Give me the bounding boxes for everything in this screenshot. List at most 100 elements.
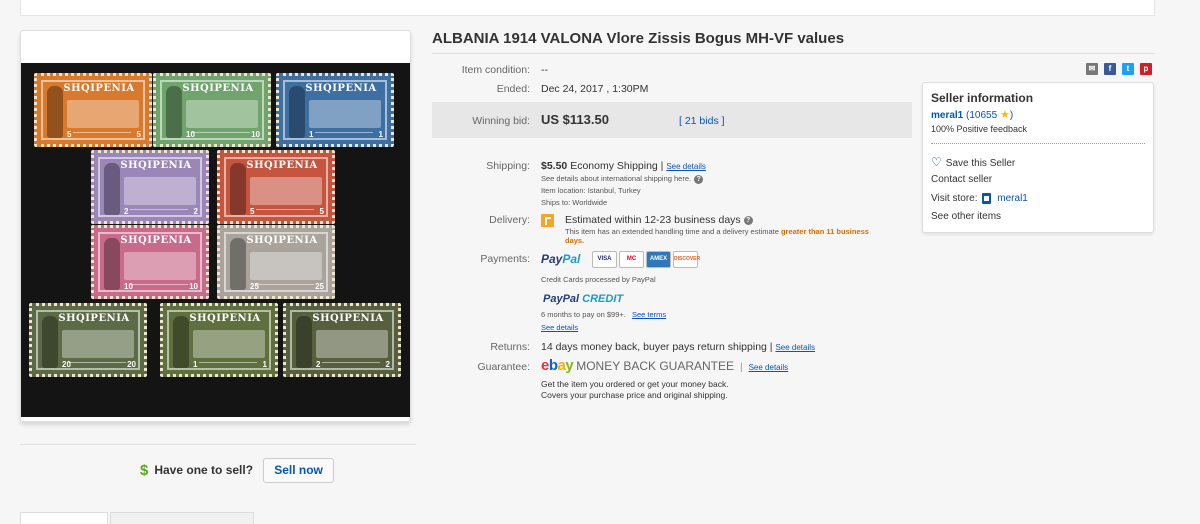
stamp-image: SHQIPENIA 20 20 bbox=[29, 303, 147, 377]
guarantee-line-1: Get the item you ordered or get your mon… bbox=[541, 379, 729, 389]
bid-history-link[interactable]: [ 21 bids ] bbox=[679, 115, 725, 127]
stamp-value-left: 10 bbox=[124, 282, 133, 291]
save-seller-text: Save this Seller bbox=[945, 158, 1016, 169]
store-link[interactable]: meral1 bbox=[997, 193, 1028, 204]
returns-see-details-link[interactable]: See details bbox=[775, 343, 815, 352]
paypal-credit-details-row: See details bbox=[541, 323, 578, 332]
top-header-strip bbox=[20, 0, 1155, 16]
stamp-banner: SHQIPENIA bbox=[182, 83, 254, 94]
stamp-value-left: 1 bbox=[309, 130, 314, 139]
stamp-image: SHQIPENIA 10 10 bbox=[91, 225, 209, 299]
credit-terms-text: 6 months to pay on $99+. bbox=[541, 310, 626, 319]
stamp-banner: SHQIPENIA bbox=[120, 235, 192, 246]
delivery-estimate-text: Estimated within 12-23 business days bbox=[565, 214, 741, 226]
stamp-value-right: 2 bbox=[385, 360, 390, 369]
stamp-value-right: 1 bbox=[378, 130, 383, 139]
guarantee-label: Guarantee: bbox=[477, 361, 530, 373]
visa-card-icon: VISA bbox=[592, 251, 617, 268]
intl-shipping-note: See details about international shipping… bbox=[541, 174, 704, 184]
delivery-estimate: Estimated within 12-23 business days? bbox=[565, 214, 753, 226]
sell-now-button[interactable]: Sell now bbox=[263, 457, 335, 483]
positive-feedback: 100% Positive feedback bbox=[931, 124, 1028, 134]
stamp-value-left: 20 bbox=[62, 360, 71, 369]
returns-text: 14 days money back, buyer pays return sh… bbox=[541, 341, 773, 353]
shipping-cost: $5.50 bbox=[541, 160, 568, 172]
visit-store-row: Visit store: meral1 bbox=[931, 193, 1028, 204]
delivery-note: This item has an extended handling time … bbox=[565, 227, 890, 245]
tab-shipping[interactable] bbox=[110, 512, 254, 524]
seller-name-row: meral1 (10655 ★) bbox=[931, 108, 1013, 121]
credit-cards-note: Credit Cards processed by PayPal bbox=[541, 275, 656, 284]
mastercard-icon: MC bbox=[619, 251, 644, 268]
pinterest-icon[interactable]: p bbox=[1140, 63, 1152, 75]
store-icon bbox=[982, 193, 992, 204]
handling-flag-icon bbox=[541, 214, 554, 227]
shipping-method: Economy Shipping | bbox=[570, 160, 664, 172]
credit-terms: 6 months to pay on $99+. See terms bbox=[541, 310, 666, 319]
returns-label: Returns: bbox=[490, 341, 530, 353]
paypal-credit-logo: PayPal CREDIT bbox=[543, 293, 624, 305]
delivery-label: Delivery: bbox=[489, 214, 530, 226]
stamp-banner: SHQIPENIA bbox=[189, 313, 261, 324]
stamp-banner: SHQIPENIA bbox=[246, 160, 318, 171]
star-icon: ★ bbox=[999, 109, 1010, 121]
stamp-image: SHQIPENIA 10 10 bbox=[153, 73, 271, 147]
delivery-info-icon[interactable]: ? bbox=[743, 215, 753, 225]
seller-name-link[interactable]: meral1 bbox=[931, 110, 963, 121]
mbg-text: MONEY BACK GUARANTEE bbox=[576, 359, 735, 373]
stamp-value-right: 10 bbox=[251, 130, 260, 139]
stamp-banner: SHQIPENIA bbox=[305, 83, 377, 94]
visit-store-label: Visit store: bbox=[931, 193, 978, 205]
item-image-panel[interactable]: SHQIPENIA 5 5 SHQIPENIA 10 10 SHQIPENIA 1 1 SHQIP… bbox=[20, 30, 411, 422]
tab-description[interactable] bbox=[20, 512, 108, 524]
stamp-banner: SHQIPENIA bbox=[63, 83, 135, 94]
item-condition-value: -- bbox=[541, 64, 548, 76]
stamp-value-left: 25 bbox=[250, 282, 259, 291]
shipping-see-details-link[interactable]: See details bbox=[666, 162, 706, 171]
feedback-score-link[interactable]: (10655 ★) bbox=[966, 109, 1013, 121]
paypal-credit-see-details-link[interactable]: See details bbox=[541, 323, 578, 332]
intl-shipping-text: See details about international shipping… bbox=[541, 174, 692, 183]
ended-value: Dec 24, 2017 , 1:30PM bbox=[541, 83, 649, 95]
see-other-items-link[interactable]: See other items bbox=[931, 211, 1001, 222]
left-divider bbox=[20, 444, 416, 445]
discover-card-icon: DISCOVER bbox=[673, 251, 700, 268]
winning-bid-price: US $113.50 bbox=[541, 112, 609, 127]
info-icon[interactable]: ? bbox=[694, 174, 704, 184]
shipping-summary: $5.50 Economy Shipping | See details bbox=[541, 160, 706, 172]
stamp-value-right: 10 bbox=[189, 282, 198, 291]
seller-divider bbox=[931, 143, 1145, 144]
item-photo[interactable]: SHQIPENIA 5 5 SHQIPENIA 10 10 SHQIPENIA 1 1 SHQIP… bbox=[21, 63, 410, 417]
delivery-note-text: This item has an extended handling time … bbox=[565, 227, 779, 236]
heart-icon: ♡ bbox=[931, 155, 942, 169]
payments-label: Payments: bbox=[480, 253, 530, 265]
stamp-image: SHQIPENIA 2 2 bbox=[91, 150, 209, 224]
stamp-image: SHQIPENIA 25 25 bbox=[217, 225, 335, 299]
dollar-icon: $ bbox=[140, 461, 149, 479]
stamp-image: SHQIPENIA 1 1 bbox=[160, 303, 278, 377]
returns-policy: 14 days money back, buyer pays return sh… bbox=[541, 341, 815, 353]
see-terms-link[interactable]: See terms bbox=[632, 310, 666, 319]
email-share-icon[interactable]: ✉ bbox=[1086, 63, 1098, 75]
delivery-note-highlight: greater than 11 bbox=[780, 227, 835, 236]
stamp-banner: SHQIPENIA bbox=[58, 313, 130, 324]
item-location: Item location: Istanbul, Turkey bbox=[541, 186, 641, 195]
ships-to: Ships to: Worldwide bbox=[541, 198, 608, 207]
seller-info-heading: Seller information bbox=[931, 91, 1034, 105]
facebook-icon[interactable]: f bbox=[1104, 63, 1116, 75]
ebay-logo: ebay bbox=[541, 357, 574, 374]
shipping-label: Shipping: bbox=[486, 160, 530, 172]
stamp-value-left: 2 bbox=[316, 360, 321, 369]
paypal-logo: PayPal bbox=[541, 252, 581, 266]
separator: | bbox=[739, 361, 743, 373]
stamp-banner: SHQIPENIA bbox=[120, 160, 192, 171]
guarantee-see-details-link[interactable]: See details bbox=[749, 363, 789, 372]
contact-seller-link[interactable]: Contact seller bbox=[931, 174, 992, 185]
save-seller-link[interactable]: ♡ Save this Seller bbox=[931, 155, 1015, 169]
title-divider bbox=[432, 53, 1155, 54]
stamp-value-right: 25 bbox=[315, 282, 324, 291]
stamp-image: SHQIPENIA 1 1 bbox=[276, 73, 394, 147]
stamp-value-right: 2 bbox=[193, 207, 198, 216]
twitter-icon[interactable]: t bbox=[1122, 63, 1134, 75]
winning-bid-label: Winning bid: bbox=[472, 115, 530, 127]
